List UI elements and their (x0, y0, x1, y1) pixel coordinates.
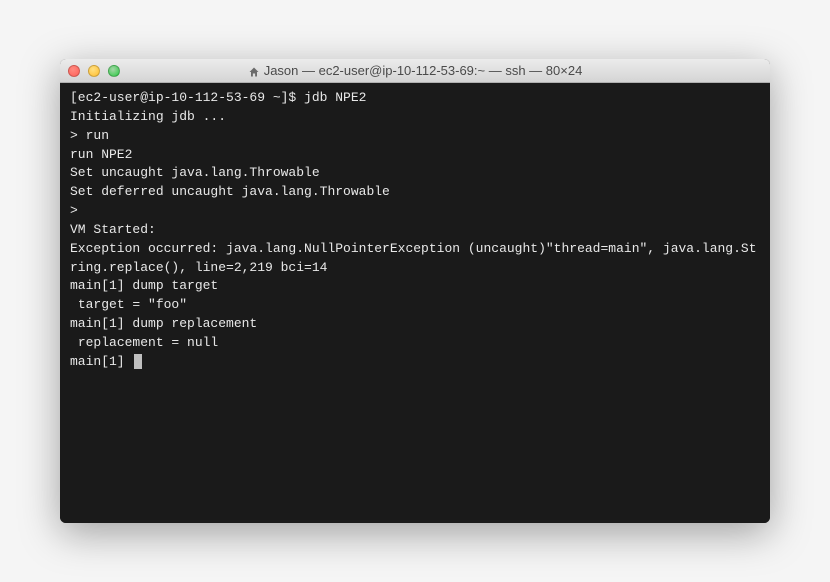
terminal-line: replacement = null (70, 334, 760, 353)
terminal-line: Set deferred uncaught java.lang.Throwabl… (70, 183, 760, 202)
terminal-line: target = "foo" (70, 296, 760, 315)
home-icon (248, 65, 260, 77)
terminal-line: Initializing jdb ... (70, 108, 760, 127)
terminal-line: Exception occurred: java.lang.NullPointe… (70, 240, 760, 278)
traffic-lights (68, 65, 120, 77)
terminal-content[interactable]: [ec2-user@ip-10-112-53-69 ~]$ jdb NPE2In… (60, 83, 770, 523)
minimize-button[interactable] (88, 65, 100, 77)
window-title: Jason — ec2-user@ip-10-112-53-69:~ — ssh… (264, 63, 583, 78)
terminal-line: > run (70, 127, 760, 146)
terminal-line: [ec2-user@ip-10-112-53-69 ~]$ jdb NPE2 (70, 89, 760, 108)
prompt-text: main[1] (70, 354, 132, 369)
zoom-button[interactable] (108, 65, 120, 77)
terminal-line: main[1] dump target (70, 277, 760, 296)
terminal-line: main[1] (70, 353, 760, 372)
terminal-line: VM Started: (70, 221, 760, 240)
terminal-line: > (70, 202, 760, 221)
titlebar: Jason — ec2-user@ip-10-112-53-69:~ — ssh… (60, 59, 770, 83)
cursor (134, 354, 142, 369)
terminal-line: Set uncaught java.lang.Throwable (70, 164, 760, 183)
terminal-line: run NPE2 (70, 146, 760, 165)
terminal-line: main[1] dump replacement (70, 315, 760, 334)
close-button[interactable] (68, 65, 80, 77)
terminal-window: Jason — ec2-user@ip-10-112-53-69:~ — ssh… (60, 59, 770, 523)
title-wrap: Jason — ec2-user@ip-10-112-53-69:~ — ssh… (60, 63, 770, 78)
